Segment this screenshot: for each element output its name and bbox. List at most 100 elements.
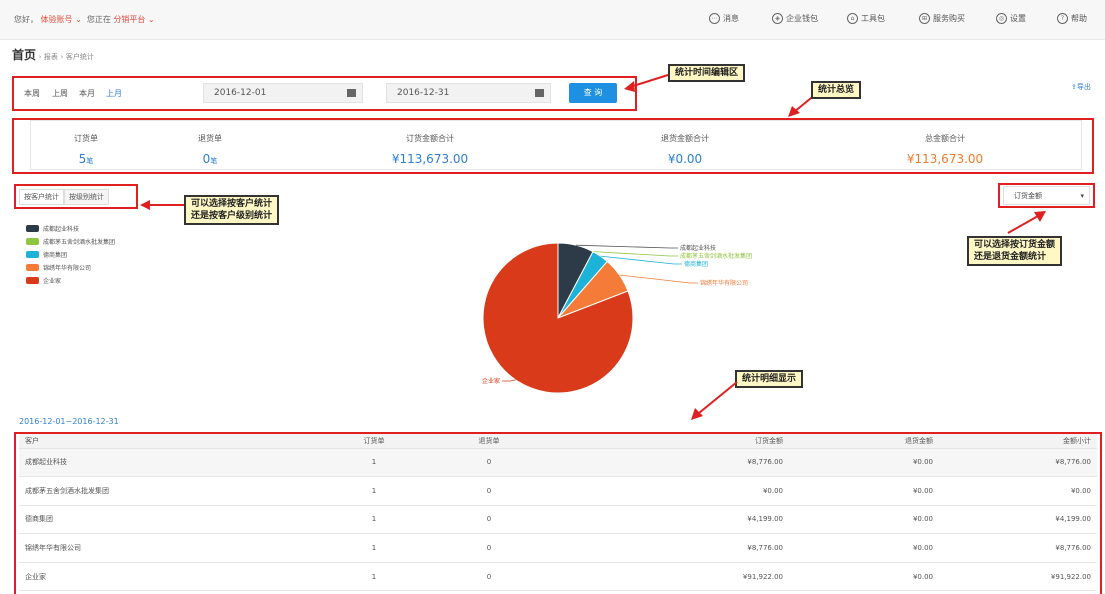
- detail-table: 客户 订货单 退货单 订货金额 退货金额 金额小计 成都起业科技 1 0 ¥8,…: [19, 434, 1097, 592]
- calendar-icon[interactable]: [347, 89, 356, 97]
- legend-label: 成都起业科技: [43, 226, 80, 233]
- help-icon: ?: [1057, 13, 1068, 24]
- legend-label: 德商集团: [43, 252, 68, 259]
- cell-orders: 1: [319, 476, 429, 506]
- nav-label: 帮助: [1071, 14, 1087, 23]
- cell-subtotal: ¥8,776.00: [939, 448, 1097, 478]
- pie-leader-line: [502, 379, 516, 382]
- pie-leader-line: [592, 251, 678, 257]
- legend-item[interactable]: 成都茅五舍剑酒水批发集团: [26, 235, 115, 248]
- table-row[interactable]: 成都起业科技 1 0 ¥8,776.00 ¥0.00 ¥8,776.00: [19, 448, 1097, 478]
- nav-label: 设置: [1010, 14, 1026, 23]
- cell-order-amount: ¥8,776.00: [549, 448, 789, 478]
- cell-return-amount: ¥0.00: [789, 448, 939, 478]
- column-header-customer: 客户: [19, 434, 319, 449]
- table-row[interactable]: 成都茅五舍剑酒水批发集团 1 0 ¥0.00 ¥0.00 ¥0.00: [19, 476, 1097, 506]
- legend-item[interactable]: 锦绣年华有限公司: [26, 261, 115, 274]
- end-date-input[interactable]: 2016-12-31: [386, 83, 551, 103]
- return-count-value: 0笔: [180, 152, 240, 166]
- column-header-orders: 订货单: [319, 434, 429, 449]
- cell-return-amount: ¥0.00: [789, 562, 939, 592]
- calendar-icon[interactable]: [535, 89, 544, 97]
- cell-customer: 德商集团: [19, 505, 319, 535]
- service-icon: ⊞: [919, 13, 930, 24]
- annotation-time: 统计时间编辑区: [668, 64, 746, 82]
- nav-service[interactable]: ⊞ 服务购买: [919, 13, 965, 24]
- tab-by-customer[interactable]: 按客户统计: [19, 189, 64, 205]
- annotation-by-amount: 可以选择按订货金额 还是退货金额统计: [967, 236, 1063, 266]
- pie-label: 锦绣年华有限公司: [700, 279, 748, 287]
- cell-customer: 成都茅五舍剑酒水批发集团: [19, 476, 319, 506]
- column-header-order-amount: 订货金额: [549, 434, 789, 449]
- table-row[interactable]: 企业家 1 0 ¥91,922.00 ¥0.00 ¥91,922.00: [19, 562, 1097, 592]
- legend-item[interactable]: 德商集团: [26, 248, 115, 261]
- cell-return-amount: ¥0.00: [789, 505, 939, 535]
- order-count-value: 5笔: [56, 152, 116, 166]
- nav-wallet[interactable]: ◈ 企业钱包: [772, 13, 818, 24]
- cell-returns: 0: [429, 448, 549, 478]
- return-count-label: 退货单: [198, 134, 222, 143]
- nav-help[interactable]: ? 帮助: [1057, 13, 1087, 24]
- breadcrumb-home[interactable]: 首页: [12, 48, 36, 62]
- order-amount-label: 订货金额合计: [406, 134, 454, 143]
- cell-subtotal: ¥0.00: [939, 476, 1097, 506]
- order-count-unit: 笔: [86, 157, 94, 165]
- top-bar: 您好， 体验账号 ⌄ 您正在 分销平台 ⌄ ⋯ 消息 ◈ 企业钱包 ⌂ 工具包 ⊞ 服务…: [0, 0, 1105, 40]
- table-row[interactable]: 锦绣年华有限公司 1 0 ¥8,776.00 ¥0.00 ¥8,776.00: [19, 533, 1097, 563]
- export-button[interactable]: ⇪导出: [1071, 82, 1091, 92]
- chevron-down-icon[interactable]: ⌄: [145, 15, 155, 24]
- cell-orders: 1: [319, 562, 429, 592]
- legend-label: 成都茅五舍剑酒水批发集团: [43, 239, 116, 246]
- column-header-return-amount: 退货金额: [789, 434, 939, 449]
- cell-customer: 成都起业科技: [19, 448, 319, 478]
- tab-by-level[interactable]: 按级别统计: [64, 189, 109, 205]
- column-header-subtotal: 金额小计: [939, 434, 1097, 449]
- stat-tabs: 按客户统计 按级别统计: [19, 189, 109, 205]
- nav-toolkit[interactable]: ⌂ 工具包: [847, 13, 885, 24]
- at-label: 您正在: [86, 15, 111, 24]
- legend-item[interactable]: 成都起业科技: [26, 222, 115, 235]
- cell-orders: 1: [319, 505, 429, 535]
- annotation-line: 可以选择按客户统计: [191, 199, 273, 209]
- quick-last-week[interactable]: 上周: [52, 88, 68, 99]
- toolkit-icon: ⌂: [847, 13, 858, 24]
- cell-order-amount: ¥8,776.00: [549, 533, 789, 563]
- platform-switcher[interactable]: 分销平台: [113, 15, 145, 24]
- pie-leader-line: [619, 274, 698, 284]
- quick-last-month[interactable]: 上月: [106, 88, 122, 99]
- return-count-unit: 笔: [210, 157, 218, 165]
- legend-swatch: [26, 264, 39, 271]
- metric-select[interactable]: 订货金额 ▾: [1003, 186, 1090, 205]
- breadcrumb-separator: ›: [38, 53, 42, 61]
- legend-swatch: [26, 251, 39, 258]
- start-date-value: 2016-12-01: [214, 88, 267, 98]
- message-icon: ⋯: [709, 13, 720, 24]
- start-date-input[interactable]: 2016-12-01: [203, 83, 363, 103]
- cell-customer: 企业家: [19, 562, 319, 592]
- pie-label: 成都起业科技: [680, 244, 716, 252]
- annotation-line: 还是退货金额统计: [974, 252, 1047, 262]
- account-switcher[interactable]: 体验账号: [41, 15, 73, 24]
- chevron-down-icon[interactable]: ⌄: [73, 15, 82, 24]
- annotation-by-customer: 可以选择按客户统计 还是按客户级别统计: [184, 195, 280, 225]
- pie-leader-line: [576, 244, 678, 249]
- quick-this-month[interactable]: 本月: [79, 88, 95, 99]
- end-date-value: 2016-12-31: [397, 88, 450, 98]
- column-header-returns: 退货单: [429, 434, 549, 449]
- nav-label: 服务购买: [933, 14, 965, 23]
- legend-swatch: [26, 238, 39, 245]
- annotation-arrow: [1007, 211, 1046, 234]
- nav-settings[interactable]: ◎ 设置: [996, 13, 1026, 24]
- nav-messages[interactable]: ⋯ 消息: [709, 13, 739, 24]
- order-count-label: 订货单: [74, 134, 98, 143]
- legend-item[interactable]: 企业家: [26, 274, 115, 287]
- breadcrumb-separator: ›: [60, 53, 64, 61]
- table-row[interactable]: 德商集团 1 0 ¥4,199.00 ¥0.00 ¥4,199.00: [19, 505, 1097, 535]
- quick-this-week[interactable]: 本周: [24, 88, 40, 99]
- return-amount-label: 退货金额合计: [661, 134, 709, 143]
- query-button[interactable]: 查 询: [569, 83, 617, 103]
- return-amount-value: ¥0.00: [667, 152, 703, 166]
- nav-label: 工具包: [861, 14, 885, 23]
- cell-return-amount: ¥0.00: [789, 476, 939, 506]
- breadcrumb-section[interactable]: 报表: [44, 53, 58, 61]
